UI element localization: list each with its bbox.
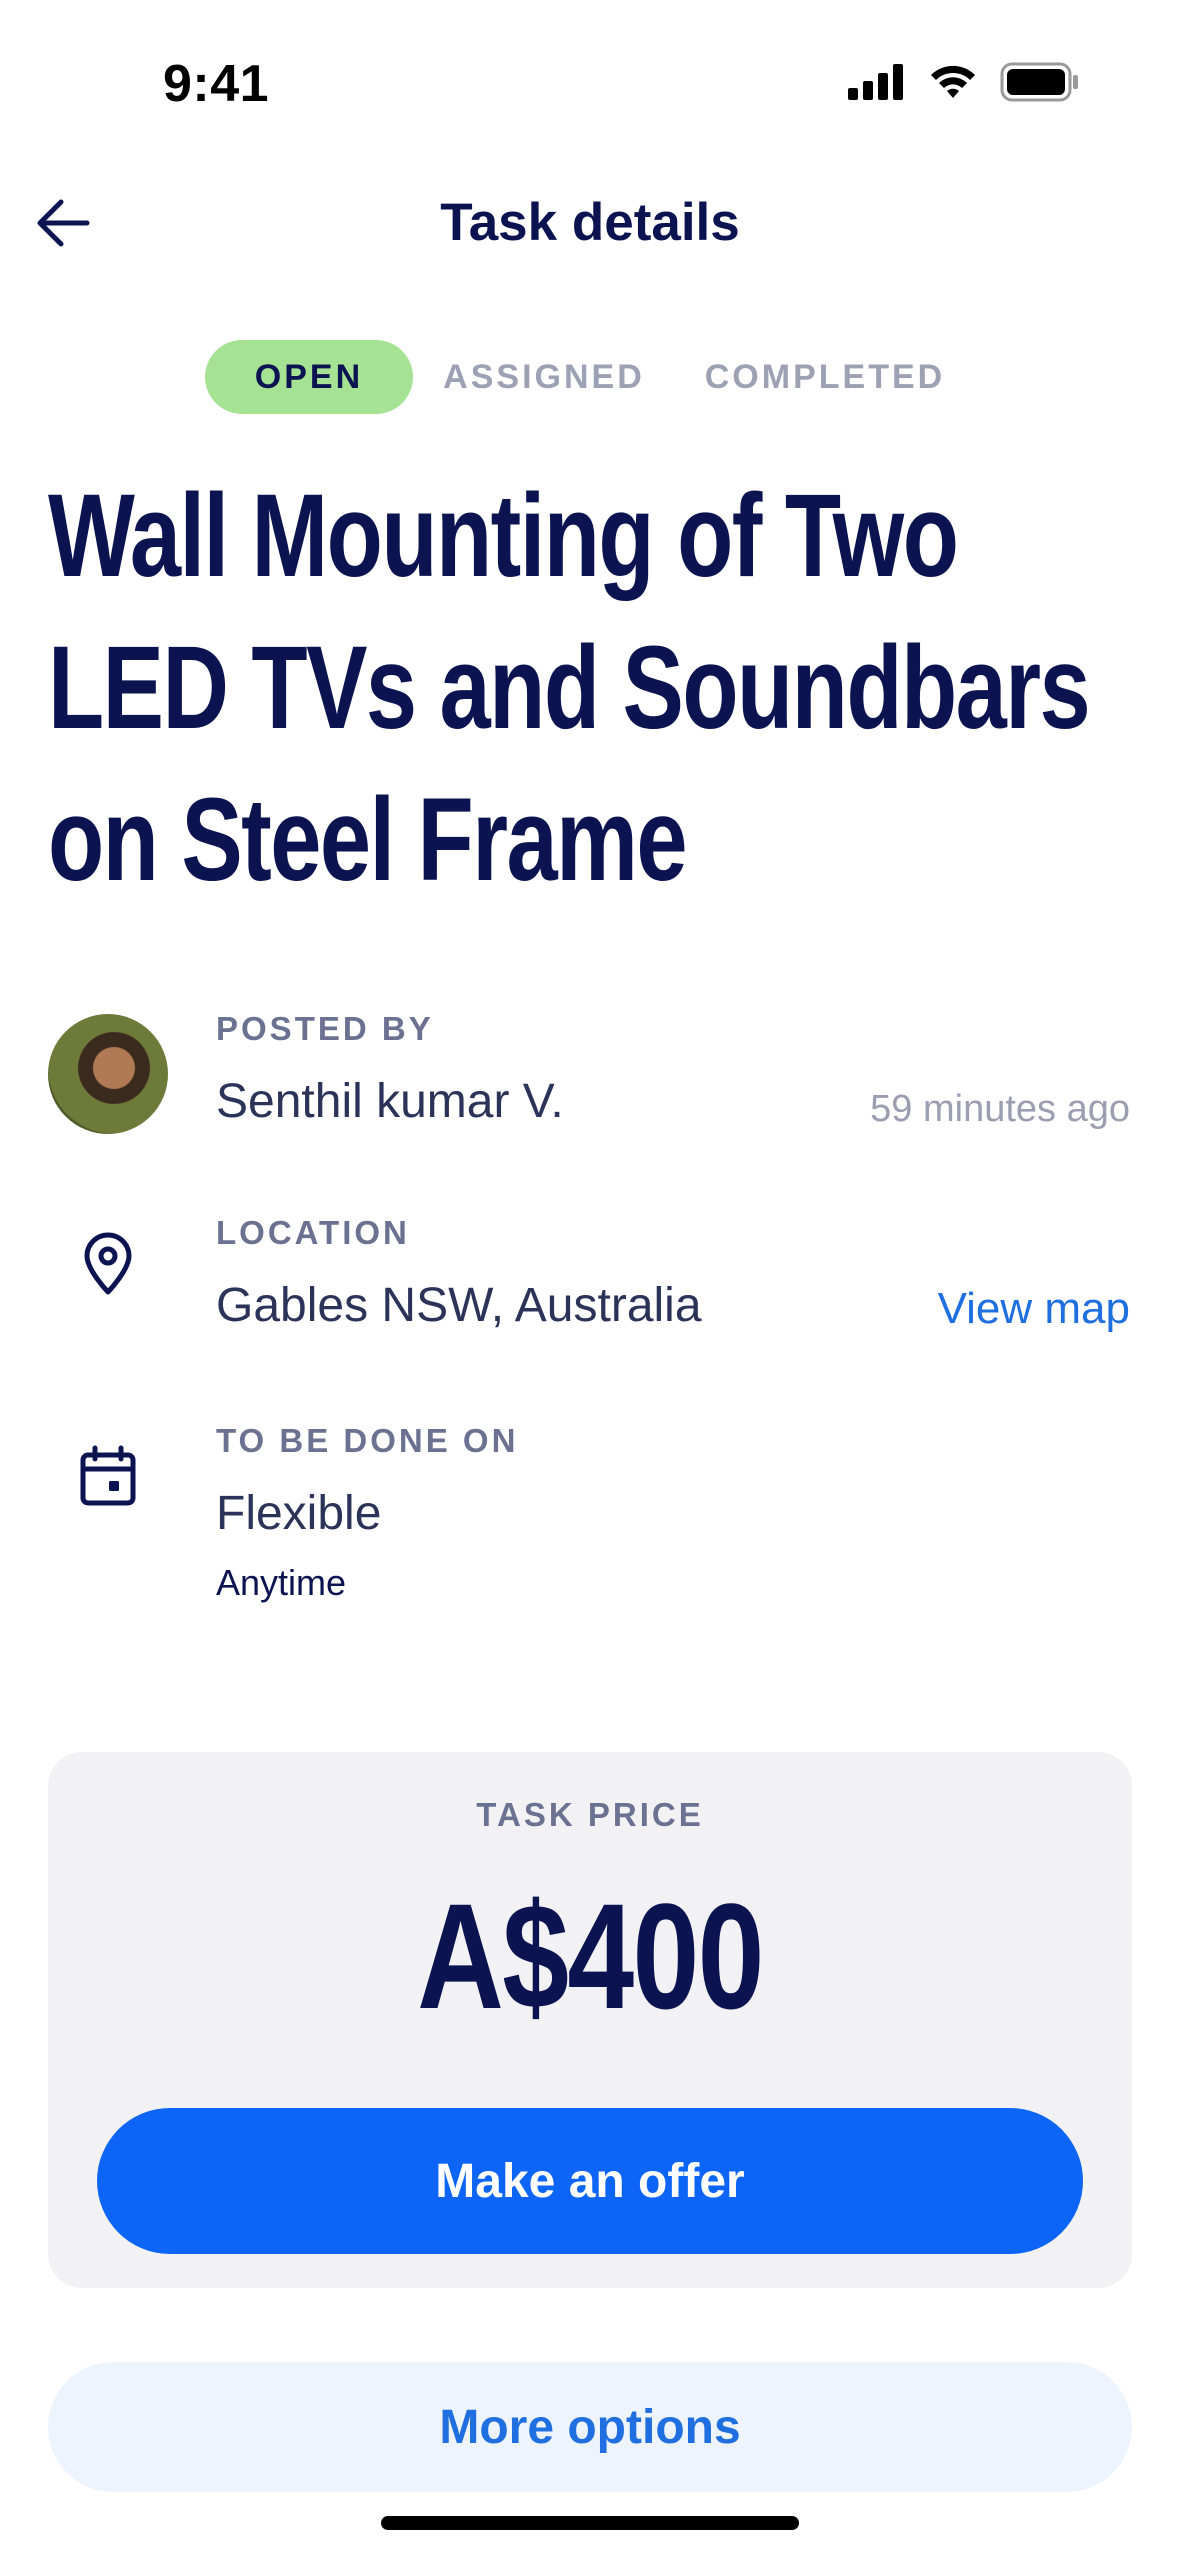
status-assigned: ASSIGNED	[443, 358, 645, 396]
status-completed: COMPLETED	[704, 358, 946, 396]
battery-icon	[1000, 62, 1080, 107]
location-pin-icon	[48, 1204, 168, 1324]
posted-time: 59 minutes ago	[870, 1088, 1130, 1130]
home-indicator	[381, 2516, 799, 2530]
location-label: LOCATION	[216, 1214, 410, 1251]
cellular-signal-icon	[848, 64, 906, 105]
status-bar-icons	[848, 62, 1080, 107]
poster-name[interactable]: Senthil kumar V.	[216, 1074, 564, 1129]
schedule-value: Flexible	[216, 1487, 382, 1540]
task-price-value: A$400	[417, 1872, 764, 2040]
posted-by-label: POSTED BY	[216, 1010, 434, 1047]
location-value: Gables NSW, Australia	[216, 1279, 702, 1332]
more-options-button[interactable]: More options	[48, 2362, 1132, 2492]
status-open-badge: OPEN	[204, 340, 414, 414]
task-title: Wall Mounting of Two LED TVs and Soundba…	[48, 470, 1091, 906]
view-map-link[interactable]: View map	[938, 1284, 1130, 1334]
page-title: Task details	[440, 193, 740, 252]
make-offer-button[interactable]: Make an offer	[97, 2108, 1083, 2254]
schedule-label: TO BE DONE ON	[216, 1422, 519, 1459]
calendar-icon	[48, 1416, 168, 1536]
task-price-label: TASK PRICE	[476, 1796, 704, 1833]
status-bar-time: 9:41	[163, 55, 270, 113]
wifi-icon	[928, 64, 978, 105]
schedule-sub: Anytime	[216, 1562, 347, 1603]
avatar[interactable]	[48, 1014, 168, 1134]
task-status-tabs: OPEN ASSIGNED COMPLETED	[0, 340, 1180, 414]
